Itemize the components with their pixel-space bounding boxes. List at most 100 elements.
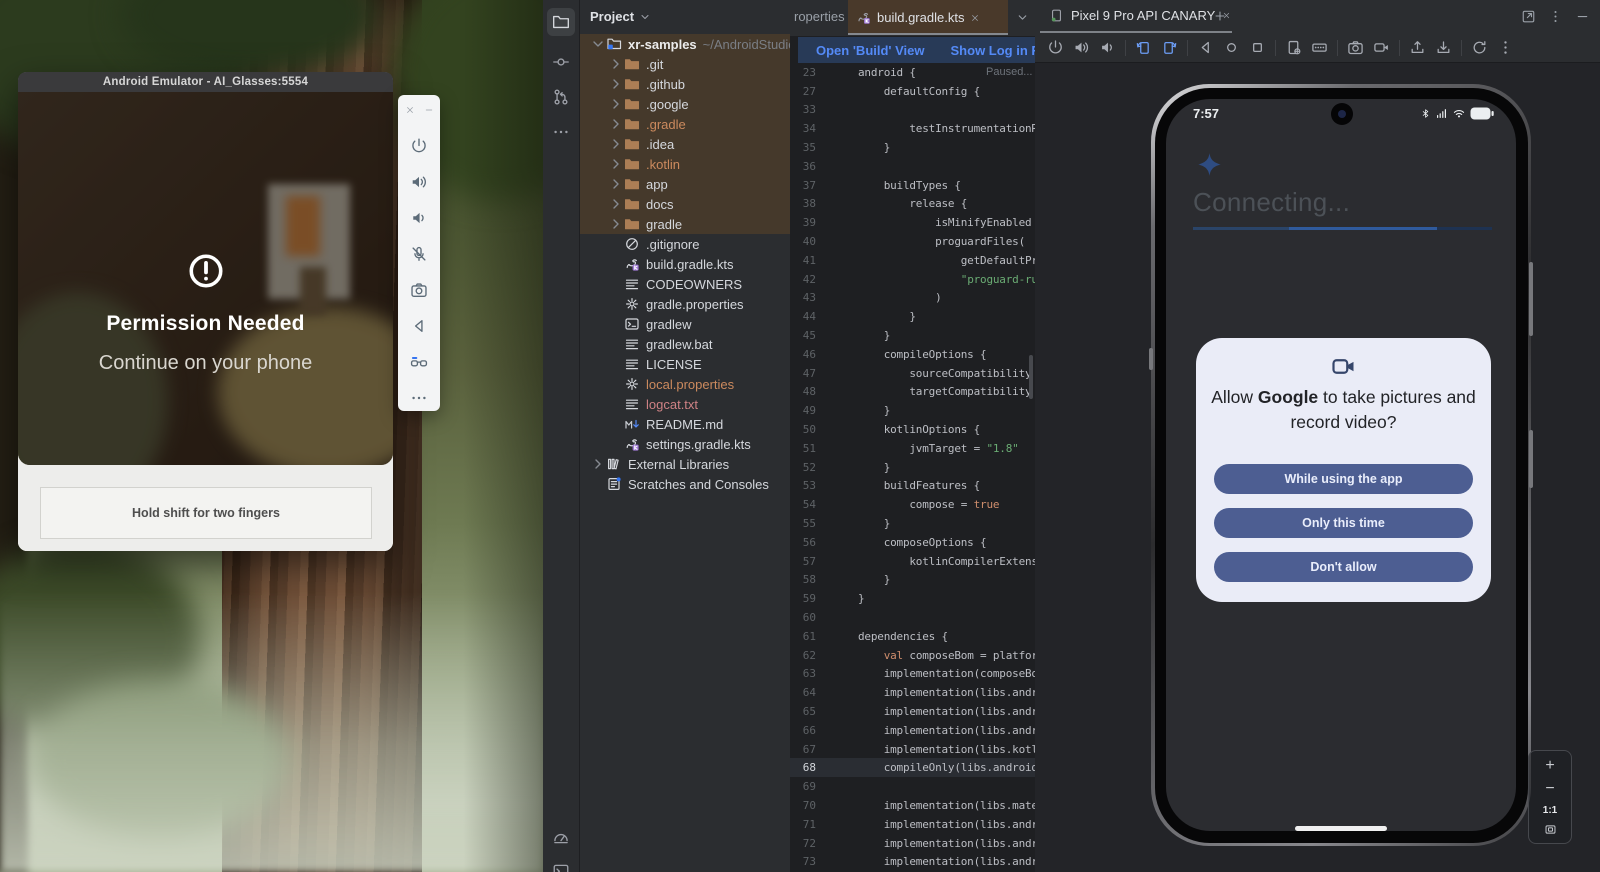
- line-number[interactable]: 37: [790, 179, 816, 192]
- tab-build-gradle-kts[interactable]: build.gradle.kts: [848, 0, 1008, 35]
- back-icon[interactable]: [410, 317, 428, 335]
- volume-down-icon[interactable]: [1099, 39, 1116, 56]
- line-number[interactable]: 53: [790, 479, 816, 492]
- tree-item-codeowners[interactable]: CODEOWNERS: [580, 274, 790, 294]
- close-icon[interactable]: [405, 105, 415, 115]
- add-device-tab-icon[interactable]: [1213, 9, 1227, 23]
- tree-item--gradle[interactable]: .gradle: [580, 114, 790, 134]
- hidden-tabs-icon[interactable]: [1016, 11, 1029, 24]
- project-panel-header[interactable]: Project: [580, 0, 790, 24]
- mic-off-icon[interactable]: [410, 245, 428, 263]
- line-number[interactable]: 72: [790, 837, 816, 850]
- line-number[interactable]: 60: [790, 611, 816, 624]
- device-settings-icon[interactable]: [1285, 39, 1302, 56]
- code-area[interactable]: 23android {Paused...27 defaultConfig {33…: [790, 63, 1035, 872]
- tree-item--git[interactable]: .git: [580, 54, 790, 74]
- banner-action-open-build-view[interactable]: Open 'Build' View: [816, 43, 925, 58]
- line-number[interactable]: 27: [790, 85, 816, 98]
- line-number[interactable]: 36: [790, 160, 816, 173]
- line-number[interactable]: 35: [790, 141, 816, 154]
- line-number[interactable]: 56: [790, 536, 816, 549]
- restart-icon[interactable]: [1471, 39, 1488, 56]
- tree-item-external-libraries[interactable]: External Libraries: [580, 454, 790, 474]
- tree-item-build-gradle-kts[interactable]: build.gradle.kts: [580, 254, 790, 274]
- line-number[interactable]: 39: [790, 216, 816, 229]
- camera-icon[interactable]: [410, 281, 428, 299]
- tab-gradle-properties[interactable]: roperties: [794, 9, 845, 24]
- line-number[interactable]: 44: [790, 310, 816, 323]
- camera-icon[interactable]: [1347, 39, 1364, 56]
- commit-icon[interactable]: [552, 53, 570, 71]
- tree-item--google[interactable]: .google: [580, 94, 790, 114]
- line-number[interactable]: 33: [790, 103, 816, 116]
- line-number[interactable]: 67: [790, 743, 816, 756]
- line-number[interactable]: 71: [790, 818, 816, 831]
- tree-item-readme-md[interactable]: README.md: [580, 414, 790, 434]
- kebab-icon[interactable]: [1497, 39, 1514, 56]
- tree-item-app[interactable]: app: [580, 174, 790, 194]
- zoom-reset-button[interactable]: 1:1: [1543, 805, 1557, 816]
- project-tool-button[interactable]: [547, 8, 575, 36]
- line-number[interactable]: 52: [790, 461, 816, 474]
- videocam-icon[interactable]: [1373, 39, 1390, 56]
- panel-options-icon[interactable]: [1548, 9, 1563, 24]
- line-number[interactable]: 38: [790, 197, 816, 210]
- line-number[interactable]: 51: [790, 442, 816, 455]
- terminal-icon[interactable]: [552, 862, 570, 872]
- tree-item--idea[interactable]: .idea: [580, 134, 790, 154]
- minimize-icon[interactable]: [424, 105, 434, 115]
- tree-item-docs[interactable]: docs: [580, 194, 790, 214]
- tree-item-scratches-and-consoles[interactable]: Scratches and Consoles: [580, 474, 790, 494]
- rotate-right-icon[interactable]: [1161, 39, 1178, 56]
- permission-button-while-using-the-app[interactable]: While using the app: [1214, 464, 1473, 494]
- tree-item--gitignore[interactable]: .gitignore: [580, 234, 790, 254]
- line-number[interactable]: 70: [790, 799, 816, 812]
- rotate-left-icon[interactable]: [1135, 39, 1152, 56]
- zoom-out-button[interactable]: −: [1545, 781, 1554, 797]
- line-number[interactable]: 50: [790, 423, 816, 436]
- tree-item-license[interactable]: LICENSE: [580, 354, 790, 374]
- phone-screen[interactable]: 7:57 Connecting...: [1166, 99, 1516, 831]
- line-number[interactable]: 66: [790, 724, 816, 737]
- close-tab-icon[interactable]: [970, 13, 980, 23]
- profiler-icon[interactable]: [552, 828, 570, 846]
- device-input-icon[interactable]: [1311, 39, 1328, 56]
- line-number[interactable]: 55: [790, 517, 816, 530]
- pull-request-icon[interactable]: [552, 88, 570, 106]
- line-number[interactable]: 54: [790, 498, 816, 511]
- line-number[interactable]: 61: [790, 630, 816, 643]
- line-number[interactable]: 73: [790, 855, 816, 868]
- line-number[interactable]: 65: [790, 705, 816, 718]
- editor-scrollbar[interactable]: [1029, 355, 1033, 399]
- tree-item--kotlin[interactable]: .kotlin: [580, 154, 790, 174]
- line-number[interactable]: 46: [790, 348, 816, 361]
- line-number[interactable]: 68: [790, 761, 816, 774]
- device-tab-pixel-9-pro[interactable]: Pixel 9 Pro API CANARY: [1043, 0, 1237, 31]
- volume-up-icon[interactable]: [1073, 39, 1090, 56]
- permission-button-only-this-time[interactable]: Only this time: [1214, 508, 1473, 538]
- home-icon[interactable]: [1223, 39, 1240, 56]
- open-in-new-window-icon[interactable]: [1521, 9, 1536, 24]
- line-number[interactable]: 47: [790, 367, 816, 380]
- line-number[interactable]: 64: [790, 686, 816, 699]
- power-icon[interactable]: [1047, 39, 1064, 56]
- line-number[interactable]: 34: [790, 122, 816, 135]
- tree-item-xr-samples[interactable]: xr-samples ~/AndroidStudioProj: [580, 34, 790, 54]
- line-number[interactable]: 58: [790, 573, 816, 586]
- tree-item-logcat-txt[interactable]: logcat.txt: [580, 394, 790, 414]
- banner-action-show-log-in-finder[interactable]: Show Log in Finder: [951, 43, 1035, 58]
- more-tool-windows-icon[interactable]: [552, 123, 570, 141]
- line-number[interactable]: 62: [790, 649, 816, 662]
- volume-up-icon[interactable]: [410, 173, 428, 191]
- glasses-icon[interactable]: [410, 353, 428, 371]
- recents-icon[interactable]: [1249, 39, 1266, 56]
- hide-panel-icon[interactable]: [1575, 9, 1590, 24]
- line-number[interactable]: 45: [790, 329, 816, 342]
- more-dots-icon[interactable]: [410, 389, 428, 407]
- line-number[interactable]: 48: [790, 385, 816, 398]
- upload-icon[interactable]: [1409, 39, 1426, 56]
- line-number[interactable]: 42: [790, 273, 816, 286]
- download-icon[interactable]: [1435, 39, 1452, 56]
- permission-button-don-t-allow[interactable]: Don't allow: [1214, 552, 1473, 582]
- tree-item-local-properties[interactable]: local.properties: [580, 374, 790, 394]
